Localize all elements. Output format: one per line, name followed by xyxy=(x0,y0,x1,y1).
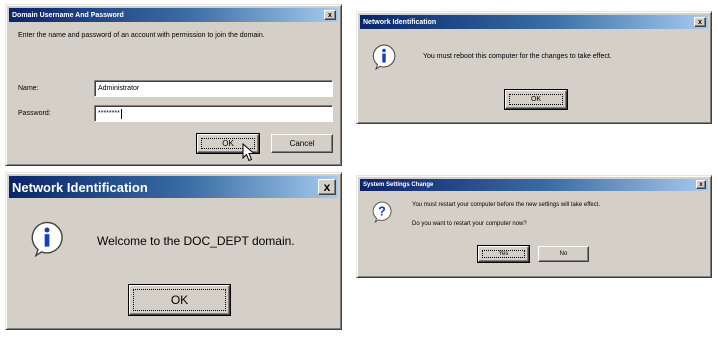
info-icon xyxy=(372,44,396,70)
ok-button-label: OK xyxy=(222,139,234,148)
close-button[interactable]: x xyxy=(694,17,706,27)
title-bar: Domain Username And Password x xyxy=(9,8,338,22)
reboot-notice-dialog: Network Identification x You must reboot… xyxy=(356,11,712,124)
password-label: Password: xyxy=(18,110,51,117)
ok-button[interactable]: OK xyxy=(504,89,568,110)
dialog-title: Network Identification xyxy=(12,179,148,195)
welcome-domain-dialog: Network Identification x Welcome to the … xyxy=(5,172,342,330)
close-button[interactable]: x xyxy=(324,10,336,20)
close-button[interactable]: x xyxy=(696,180,706,189)
yes-button-label: Yes xyxy=(498,251,509,257)
title-bar: Network Identification x xyxy=(360,15,708,29)
name-label: Name: xyxy=(18,85,39,92)
cancel-button[interactable]: Cancel xyxy=(271,134,333,153)
dialog-title: Network Identification xyxy=(363,18,437,26)
svg-text:?: ? xyxy=(378,204,386,218)
close-button[interactable]: x xyxy=(318,179,336,195)
no-button-label: No xyxy=(559,251,568,257)
title-bar: System Settings Change x xyxy=(360,179,708,191)
close-icon: x xyxy=(698,18,702,26)
message-text: Welcome to the DOC_DEPT domain. xyxy=(97,234,295,248)
yes-button[interactable]: Yes xyxy=(477,245,530,263)
close-icon: x xyxy=(328,11,332,19)
close-icon: x xyxy=(699,181,703,188)
ok-button-label: OK xyxy=(530,96,542,103)
question-icon: ? xyxy=(372,201,392,223)
mouse-pointer-icon xyxy=(242,143,255,162)
cancel-button-label: Cancel xyxy=(289,139,315,148)
instructions-text: Enter the name and password of an accoun… xyxy=(18,32,265,39)
message-line-2: Do you want to restart your computer now… xyxy=(412,221,527,227)
no-button[interactable]: No xyxy=(538,246,589,262)
name-field[interactable]: Administrator xyxy=(94,80,333,97)
name-field-value: Administrator xyxy=(98,85,140,92)
password-field-value: ******** xyxy=(98,110,120,117)
dialog-title: System Settings Change xyxy=(363,182,434,188)
ok-button-label: OK xyxy=(170,293,189,307)
info-icon xyxy=(31,221,63,257)
ok-button[interactable]: OK xyxy=(128,284,231,316)
message-line-1: You must restart your computer before th… xyxy=(412,202,601,208)
dialog-title: Domain Username And Password xyxy=(12,11,124,19)
password-field[interactable]: ******** xyxy=(94,105,333,122)
text-cursor xyxy=(120,108,122,119)
system-settings-change-dialog: System Settings Change x ? You must rest… xyxy=(356,175,712,278)
close-icon: x xyxy=(323,180,331,194)
title-bar: Network Identification x xyxy=(9,176,338,198)
domain-credentials-dialog: Domain Username And Password x Enter the… xyxy=(5,4,342,166)
message-text: You must reboot this computer for the ch… xyxy=(423,53,612,60)
